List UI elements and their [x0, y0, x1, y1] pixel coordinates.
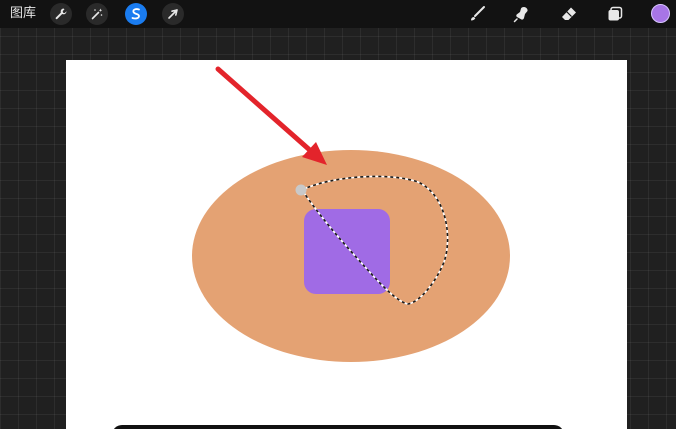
color-swatch[interactable]	[651, 4, 670, 23]
brush-button[interactable]	[466, 3, 488, 25]
smudge-button[interactable]	[511, 3, 533, 25]
eraser-icon	[562, 7, 576, 20]
adjustments-button[interactable]	[86, 3, 108, 25]
gallery-button[interactable]: 图库	[10, 5, 36, 23]
transform-button[interactable]	[162, 3, 184, 25]
top-toolbar: 图库	[0, 0, 676, 28]
selection-button[interactable]	[125, 3, 147, 25]
layers-icon	[608, 6, 623, 21]
selection-s-icon	[131, 8, 140, 20]
procreate-app: 图库	[0, 0, 676, 429]
drawing-canvas[interactable]	[66, 60, 627, 429]
wrench-icon	[55, 8, 67, 20]
actions-button[interactable]	[50, 3, 72, 25]
smudge-icon	[513, 7, 528, 23]
eraser-button[interactable]	[558, 3, 580, 25]
layers-button[interactable]	[604, 3, 626, 25]
arrow-cursor-icon	[168, 9, 178, 19]
brush-icon	[471, 6, 485, 21]
bottom-bar	[112, 425, 564, 429]
magic-wand-icon	[91, 8, 103, 20]
